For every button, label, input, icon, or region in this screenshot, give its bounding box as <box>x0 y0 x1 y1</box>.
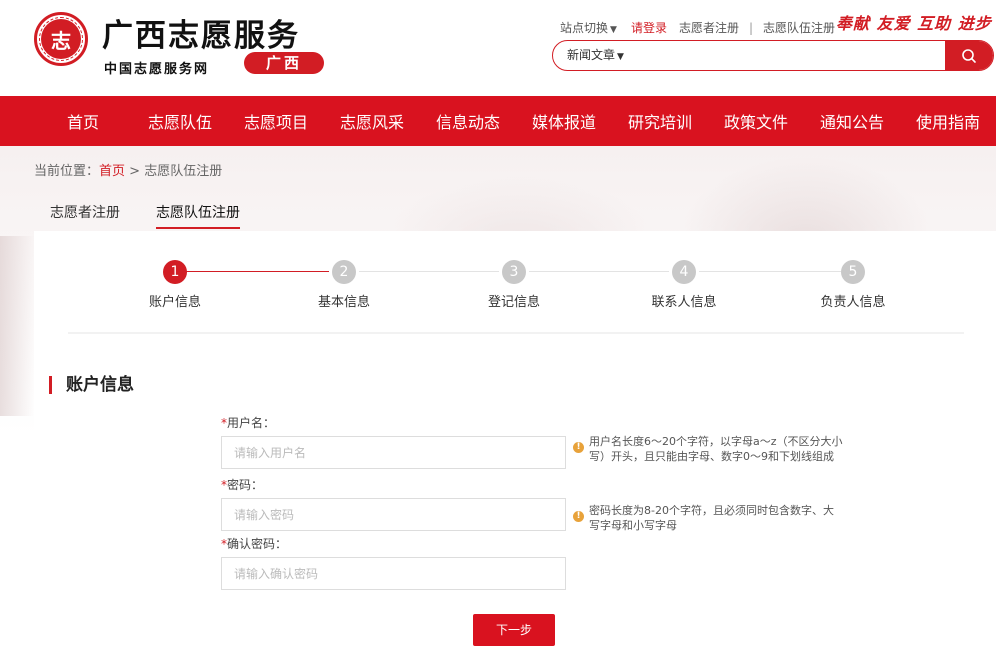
password-row: *密码： <box>221 476 566 531</box>
step-1: 1 账户信息 <box>130 260 220 310</box>
username-row: *用户名： <box>221 414 566 469</box>
confirm-password-label-text: 确认密码： <box>227 537 288 551</box>
chevron-down-icon: ▼ <box>617 52 624 62</box>
breadcrumb-prefix: 当前位置： <box>34 164 100 179</box>
username-input[interactable] <box>221 436 566 469</box>
main-nav: 首页 志愿队伍 志愿项目 志愿风采 信息动态 媒体报道 研究培训 政策文件 通知… <box>0 96 996 146</box>
warning-icon: ! <box>573 511 584 522</box>
step-4: 4 联系人信息 <box>639 260 729 310</box>
step-5: 5 负责人信息 <box>808 260 898 310</box>
breadcrumb-current: 志愿队伍注册 <box>144 164 223 179</box>
username-hint: ! 用户名长度6～20个字符，以字母a～z（不区分大小写）开头，且只能由字母、数… <box>573 434 843 464</box>
section-title: 账户信息 <box>49 376 134 394</box>
step-label: 负责人信息 <box>820 295 886 310</box>
nav-item-home[interactable]: 首页 <box>42 109 124 133</box>
registration-card: 1 账户信息 2 基本信息 3 登记信息 4 联系人信息 5 负责人信息 账户信… <box>34 231 996 662</box>
password-input[interactable] <box>221 498 566 531</box>
step-3: 3 登记信息 <box>469 260 559 310</box>
step-number: 1 <box>163 260 187 284</box>
nav-item-guide[interactable]: 使用指南 <box>900 109 996 133</box>
breadcrumb: 当前位置：首页 > 志愿队伍注册 <box>34 160 222 179</box>
site-switch-label: 站点切换 <box>560 21 609 35</box>
site-switch-dropdown[interactable]: 站点切换 ▼ <box>560 19 617 36</box>
step-label: 账户信息 <box>148 295 201 310</box>
search-icon <box>962 48 976 63</box>
slogan: 奉献 友爱 互助 进步 <box>836 14 992 33</box>
step-progress: 1 账户信息 2 基本信息 3 登记信息 4 联系人信息 5 负责人信息 <box>34 231 996 331</box>
nav-item-notices[interactable]: 通知公告 <box>804 109 900 133</box>
site-header: 志 广西志愿服务 中国志愿服务网 广西 站点切换 ▼ 请登录 志愿者注册 | 志愿… <box>0 0 996 96</box>
login-link[interactable]: 请登录 <box>631 19 667 36</box>
volunteer-register-link[interactable]: 志愿者注册 <box>679 19 739 36</box>
nav-item-media[interactable]: 媒体报道 <box>516 109 612 133</box>
password-label: *密码： <box>221 476 566 493</box>
step-label: 基本信息 <box>317 295 370 310</box>
nav-item-training[interactable]: 研究培训 <box>612 109 708 133</box>
nav-item-policy[interactable]: 政策文件 <box>708 109 804 133</box>
step-number: 3 <box>502 260 526 284</box>
search-button[interactable] <box>945 41 993 70</box>
step-number: 4 <box>672 260 696 284</box>
top-links: 站点切换 ▼ 请登录 志愿者注册 | 志愿队伍注册 <box>560 19 835 36</box>
password-hint: ! 密码长度为8-20个字符，且必须同时包含数字、大写字母和小写字母 <box>573 503 843 533</box>
step-label: 联系人信息 <box>651 295 717 310</box>
figure-decoration <box>0 236 34 416</box>
nav-item-teams[interactable]: 志愿队伍 <box>132 109 228 133</box>
username-label: *用户名： <box>221 414 566 431</box>
nav-item-news[interactable]: 信息动态 <box>420 109 516 133</box>
search-input[interactable] <box>633 41 945 70</box>
username-label-text: 用户名： <box>227 416 276 430</box>
divider <box>68 332 964 334</box>
confirm-password-label: *确认密码： <box>221 535 566 552</box>
next-step-button[interactable]: 下一步 <box>473 614 555 646</box>
site-title[interactable]: 广西志愿服务 <box>102 10 300 55</box>
nav-item-showcase[interactable]: 志愿风采 <box>324 109 420 133</box>
logo-ring <box>39 17 83 61</box>
step-label: 登记信息 <box>487 295 540 310</box>
step-number: 5 <box>841 260 865 284</box>
site-subtitle: 中国志愿服务网 <box>104 62 210 77</box>
password-label-text: 密码： <box>227 478 264 492</box>
tab-volunteer-register[interactable]: 志愿者注册 <box>50 202 120 229</box>
confirm-password-input[interactable] <box>221 557 566 590</box>
site-logo[interactable]: 志 <box>34 12 88 66</box>
password-hint-text: 密码长度为8-20个字符，且必须同时包含数字、大写字母和小写字母 <box>589 504 834 532</box>
search-bar: 新闻文章 ▼ <box>552 40 994 71</box>
breadcrumb-home-link[interactable]: 首页 <box>99 164 125 179</box>
search-category-select[interactable]: 新闻文章 ▼ <box>553 41 633 70</box>
search-category-label: 新闻文章 <box>567 48 616 62</box>
username-hint-text: 用户名长度6～20个字符，以字母a～z（不区分大小写）开头，且只能由字母、数字0… <box>589 435 843 463</box>
link-separator: | <box>748 20 754 35</box>
chevron-down-icon: ▼ <box>610 25 617 35</box>
team-register-link[interactable]: 志愿队伍注册 <box>763 19 835 36</box>
nav-item-projects[interactable]: 志愿项目 <box>228 109 324 133</box>
step-2: 2 基本信息 <box>299 260 389 310</box>
confirm-password-row: *确认密码： <box>221 535 566 590</box>
register-tabs: 志愿者注册 志愿队伍注册 <box>50 202 276 229</box>
breadcrumb-separator: > <box>129 164 141 179</box>
region-badge: 广西 <box>244 52 324 74</box>
warning-icon: ! <box>573 442 584 453</box>
step-number: 2 <box>332 260 356 284</box>
tab-team-register[interactable]: 志愿队伍注册 <box>156 202 240 229</box>
